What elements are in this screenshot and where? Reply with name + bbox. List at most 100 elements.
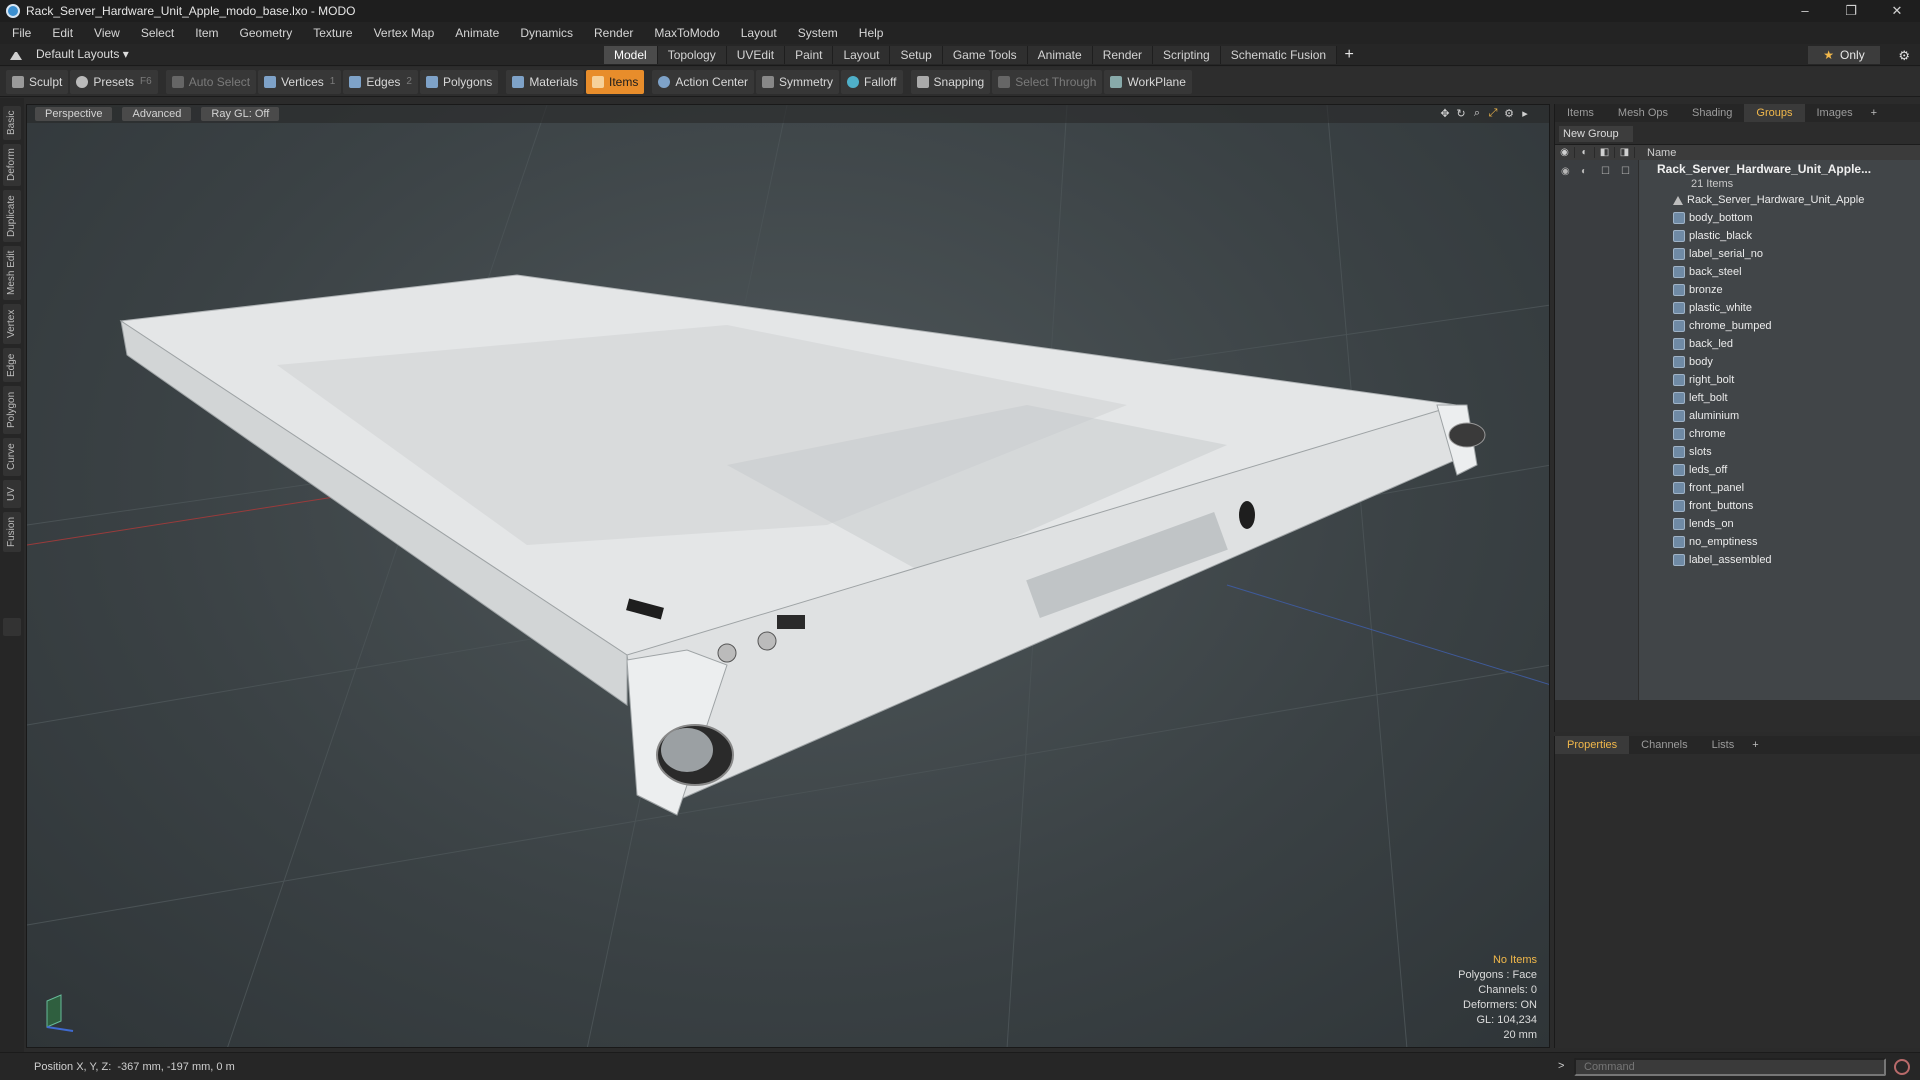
vtab-edge[interactable]: Edge — [3, 348, 21, 382]
vtab-mesh-edit[interactable]: Mesh Edit — [3, 246, 21, 300]
vtab-polygon[interactable]: Polygon — [3, 386, 21, 434]
menu-file[interactable]: File — [12, 26, 31, 40]
list-item[interactable]: chrome_bumped — [1673, 320, 1772, 332]
tab-lists[interactable]: Lists — [1700, 736, 1747, 754]
list-item[interactable]: leds_off — [1673, 464, 1727, 476]
palette-toggle[interactable] — [3, 618, 21, 636]
vtab-vertex[interactable]: Vertex — [3, 304, 21, 344]
sculpt-button[interactable]: Sculpt — [6, 69, 69, 94]
snapping-button[interactable]: Snapping — [910, 69, 991, 94]
polygons-button[interactable]: Polygons — [419, 69, 499, 94]
auto-select-button[interactable]: Auto Select — [165, 69, 257, 94]
vtab-deform[interactable]: Deform — [3, 144, 21, 186]
list-item[interactable]: Rack_Server_Hardware_Unit_Apple — [1673, 194, 1864, 206]
group-row[interactable]: Rack_Server_Hardware_Unit_Apple... — [1657, 162, 1871, 176]
tab-properties[interactable]: Properties — [1555, 736, 1630, 754]
list-item[interactable]: right_bolt — [1673, 374, 1734, 386]
name-column-header[interactable]: Name — [1635, 147, 1676, 159]
tab-game-tools[interactable]: Game Tools — [942, 46, 1028, 64]
list-item[interactable]: back_led — [1673, 338, 1733, 350]
3d-viewport[interactable]: Perspective Advanced Ray GL: Off ✥ ↻ ⌕ ⤢… — [26, 104, 1550, 1048]
vertices-button[interactable]: Vertices 1 — [258, 69, 342, 94]
tab-scripting[interactable]: Scripting — [1153, 46, 1221, 64]
menu-view[interactable]: View — [94, 26, 120, 40]
new-group-button[interactable]: New Group — [1559, 126, 1633, 142]
tab-mesh-ops[interactable]: Mesh Ops — [1606, 104, 1680, 122]
raygl-button[interactable]: Ray GL: Off — [201, 107, 280, 121]
list-item[interactable]: slots — [1673, 446, 1712, 458]
gear-icon[interactable]: ⚙ — [1898, 48, 1910, 64]
menu-render[interactable]: Render — [594, 26, 633, 40]
lock-col-icon[interactable]: ◧ — [1595, 147, 1615, 158]
command-input[interactable] — [1574, 1058, 1886, 1076]
view-type-button[interactable]: Perspective — [35, 107, 113, 121]
move-view-icon[interactable]: ✥ — [1437, 107, 1453, 120]
zoom-view-icon[interactable]: ⌕ — [1469, 107, 1485, 120]
vtab-fusion[interactable]: Fusion — [3, 512, 21, 552]
list-item[interactable]: no_emptiness — [1673, 536, 1758, 548]
tab-layout[interactable]: Layout — [833, 46, 891, 64]
add-panel-tab-button[interactable]: + — [1865, 104, 1883, 122]
menu-geometry[interactable]: Geometry — [240, 26, 293, 40]
vtab-curve[interactable]: Curve — [3, 438, 21, 476]
select-col-icon[interactable]: ◨ — [1615, 147, 1635, 158]
list-item[interactable]: front_buttons — [1673, 500, 1753, 512]
tab-schematic-fusion[interactable]: Schematic Fusion — [1220, 46, 1338, 64]
list-item[interactable]: plastic_black — [1673, 230, 1752, 242]
list-item[interactable]: bronze — [1673, 284, 1723, 296]
menu-dynamics[interactable]: Dynamics — [520, 26, 573, 40]
list-item[interactable]: label_assembled — [1673, 554, 1772, 566]
tab-shading[interactable]: Shading — [1680, 104, 1744, 122]
add-properties-tab-button[interactable]: + — [1746, 736, 1764, 754]
tab-animate[interactable]: Animate — [1027, 46, 1093, 64]
tab-topology[interactable]: Topology — [657, 46, 727, 64]
layout-selector-label[interactable]: Default Layouts ▾ — [36, 47, 129, 61]
items-button[interactable]: Items — [586, 69, 645, 94]
vtab-duplicate[interactable]: Duplicate — [3, 190, 21, 242]
tab-setup[interactable]: Setup — [890, 46, 943, 64]
list-item[interactable]: body_bottom — [1673, 212, 1753, 224]
falloff-button[interactable]: Falloff — [841, 69, 903, 94]
menu-vertex-map[interactable]: Vertex Map — [374, 26, 435, 40]
list-item[interactable]: plastic_white — [1673, 302, 1752, 314]
tab-uvedit[interactable]: UVEdit — [726, 46, 786, 64]
rotate-view-icon[interactable]: ↻ — [1453, 107, 1469, 120]
group-visibility-eye-icon[interactable]: ◉ — [1561, 166, 1570, 177]
list-item[interactable]: label_serial_no — [1673, 248, 1763, 260]
menu-texture[interactable]: Texture — [313, 26, 352, 40]
list-item[interactable]: chrome — [1673, 428, 1726, 440]
add-tab-button[interactable]: + — [1337, 46, 1361, 64]
menu-item[interactable]: Item — [195, 26, 218, 40]
fit-view-icon[interactable]: ⤢ — [1485, 107, 1501, 120]
select-through-button[interactable]: Select Through — [992, 69, 1103, 94]
tab-groups[interactable]: Groups — [1744, 104, 1805, 122]
minimize-button[interactable]: – — [1782, 0, 1828, 22]
menu-layout[interactable]: Layout — [741, 26, 777, 40]
list-item[interactable]: back_steel — [1673, 266, 1742, 278]
render-col-icon[interactable]: ◐ — [1575, 147, 1595, 158]
list-item[interactable]: body — [1673, 356, 1713, 368]
tab-paint[interactable]: Paint — [785, 46, 834, 64]
maximize-button[interactable]: ❐ — [1828, 0, 1874, 22]
tab-render[interactable]: Render — [1092, 46, 1154, 64]
workplane-button[interactable]: WorkPlane — [1104, 69, 1192, 94]
presets-button[interactable]: Presets F6 — [70, 69, 158, 94]
vtab-uv[interactable]: UV — [3, 480, 21, 508]
list-item[interactable]: aluminium — [1673, 410, 1739, 422]
list-item[interactable]: front_panel — [1673, 482, 1744, 494]
visibility-col-eye-icon[interactable]: ◉ — [1555, 147, 1575, 158]
advanced-shading-button[interactable]: Advanced — [122, 107, 192, 121]
menu-animate[interactable]: Animate — [455, 26, 499, 40]
viewport-gear-icon[interactable]: ⚙ — [1501, 107, 1517, 120]
only-toggle[interactable]: ★ Only — [1808, 46, 1880, 64]
menu-maxtomodo[interactable]: MaxToModo — [654, 26, 719, 40]
materials-button[interactable]: Materials — [506, 69, 584, 94]
action-center-button[interactable]: Action Center — [652, 69, 755, 94]
menu-select[interactable]: Select — [141, 26, 174, 40]
close-button[interactable]: ✕ — [1874, 0, 1920, 22]
group-lock-icon[interactable]: ☐ — [1601, 166, 1610, 177]
tab-items[interactable]: Items — [1555, 104, 1606, 122]
menu-edit[interactable]: Edit — [52, 26, 73, 40]
group-render-icon[interactable]: ◐ — [1581, 166, 1587, 177]
menu-help[interactable]: Help — [859, 26, 884, 40]
